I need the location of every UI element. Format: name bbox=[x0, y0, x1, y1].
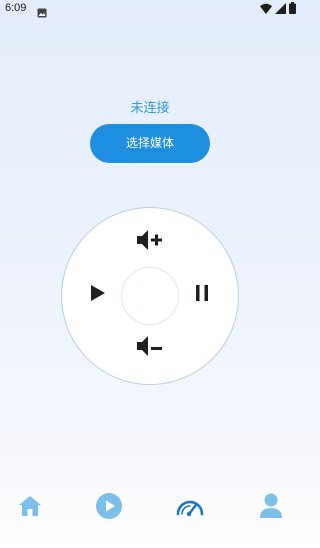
battery-icon bbox=[289, 0, 296, 18]
wifi-icon bbox=[260, 0, 272, 18]
remote-center-button[interactable] bbox=[121, 267, 179, 325]
user-icon bbox=[258, 492, 284, 524]
volume-down-button[interactable] bbox=[134, 334, 166, 362]
nav-item-home[interactable] bbox=[8, 484, 52, 532]
status-bar: 6:09 bbox=[0, 0, 300, 18]
volume-up-icon bbox=[135, 228, 165, 256]
play-circle-icon bbox=[95, 492, 123, 524]
nav-item-player[interactable] bbox=[87, 484, 131, 532]
pause-icon bbox=[194, 284, 210, 306]
home-icon bbox=[17, 494, 43, 522]
pause-button[interactable] bbox=[188, 281, 216, 309]
play-button[interactable] bbox=[84, 281, 112, 309]
status-time: 6:09 bbox=[5, 2, 27, 14]
nav-item-dashboard[interactable] bbox=[168, 484, 212, 532]
connection-status: 未连接 bbox=[130, 101, 170, 116]
status-indicators bbox=[260, 1, 296, 14]
gallery-icon bbox=[37, 3, 47, 18]
play-icon bbox=[89, 283, 107, 307]
nav-item-profile[interactable] bbox=[249, 484, 293, 532]
signal-icon bbox=[275, 0, 286, 18]
select-media-button[interactable]: 选择媒体 bbox=[90, 124, 210, 163]
dashboard-icon bbox=[175, 494, 205, 522]
volume-down-icon bbox=[135, 334, 165, 362]
bottom-nav bbox=[0, 484, 300, 532]
volume-up-button[interactable] bbox=[134, 228, 166, 256]
